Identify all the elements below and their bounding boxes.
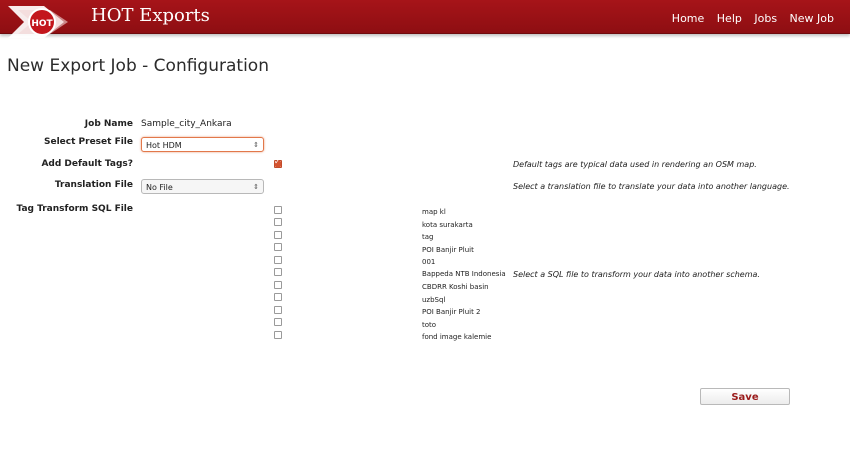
sql-file-name: kota surakarta xyxy=(422,221,473,229)
sql-file-name: fond image kalemie xyxy=(422,333,492,341)
preset-label: Select Preset File xyxy=(43,137,133,147)
sql-checkbox[interactable] xyxy=(274,331,282,339)
select-arrows-icon: ⇕ xyxy=(253,183,259,191)
sql-checkbox[interactable] xyxy=(274,256,282,264)
sql-label: Tag Transform SQL File xyxy=(16,204,133,214)
sql-checkbox[interactable] xyxy=(274,306,282,314)
sql-file-name: 001 xyxy=(422,258,436,266)
translation-help: Select a translation file to translate y… xyxy=(513,182,790,191)
sql-file-name: POI Banjir Pluit 2 xyxy=(422,308,481,316)
job-name-value: Sample_city_Ankara xyxy=(141,119,232,129)
app-header: HOT HOT Exports Home Help Jobs New Job xyxy=(0,0,850,38)
nav-jobs[interactable]: Jobs xyxy=(754,12,777,25)
preset-selected-value: Hot HDM xyxy=(146,141,182,150)
sql-checkbox[interactable] xyxy=(274,293,282,301)
sql-file-name: CBDRR Koshi basin xyxy=(422,283,489,291)
default-tags-label: Add Default Tags? xyxy=(41,159,133,169)
sql-file-name: tag xyxy=(422,233,434,241)
sql-checkbox[interactable] xyxy=(274,268,282,276)
app-title: HOT Exports xyxy=(91,5,210,26)
nav-help[interactable]: Help xyxy=(717,12,742,25)
sql-file-name: toto xyxy=(422,321,437,329)
job-name-label: Job Name xyxy=(84,119,133,129)
hot-logo[interactable]: HOT xyxy=(6,0,76,44)
sql-checkbox[interactable] xyxy=(274,206,282,214)
logo-text: HOT xyxy=(31,19,53,29)
sql-checkbox[interactable] xyxy=(274,231,282,239)
translation-label: Translation File xyxy=(54,180,133,190)
page-title: New Export Job - Configuration xyxy=(7,56,269,76)
default-tags-checkbox[interactable] xyxy=(274,157,282,168)
sql-checkbox[interactable] xyxy=(274,281,282,289)
sql-file-name: Bappeda NTB Indonesia xyxy=(422,270,506,278)
sql-help: Select a SQL file to transform your data… xyxy=(513,270,760,279)
default-tags-help: Default tags are typical data used in re… xyxy=(513,160,757,169)
select-arrows-icon: ⇕ xyxy=(253,141,259,149)
sql-checkbox[interactable] xyxy=(274,318,282,326)
sql-checkbox[interactable] xyxy=(274,218,282,226)
nav-home[interactable]: Home xyxy=(672,12,704,25)
preset-select[interactable]: Hot HDM ⇕ xyxy=(141,137,264,152)
nav-new-job[interactable]: New Job xyxy=(790,12,834,25)
sql-file-name: map kl xyxy=(422,208,446,216)
main-nav: Home Help Jobs New Job xyxy=(663,12,834,25)
translation-selected-value: No File xyxy=(146,183,173,192)
sql-file-name: POI Banjir Pluit xyxy=(422,246,474,254)
sql-file-name: uzbSql xyxy=(422,296,446,304)
translation-select[interactable]: No File ⇕ xyxy=(141,179,264,194)
sql-checkbox[interactable] xyxy=(274,243,282,251)
save-button[interactable]: Save xyxy=(700,388,790,405)
